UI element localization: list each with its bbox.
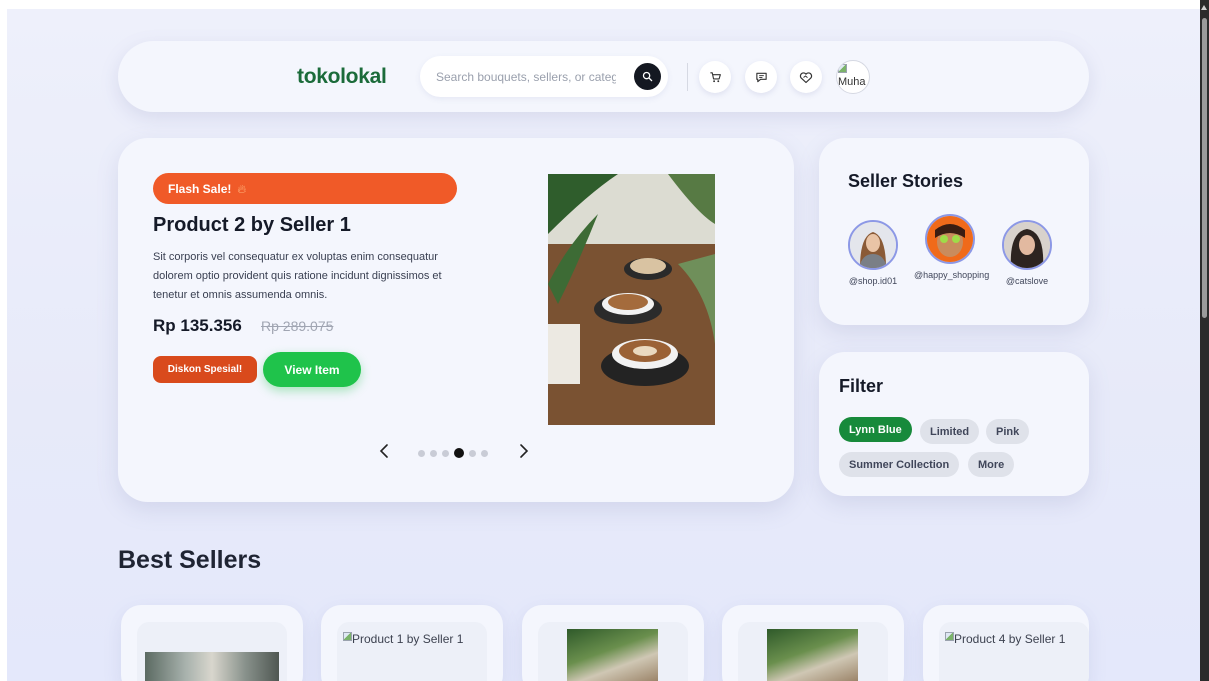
product-photo bbox=[567, 629, 658, 681]
chevron-right-icon bbox=[520, 444, 529, 458]
search-button[interactable] bbox=[634, 63, 661, 90]
chat-icon bbox=[755, 72, 767, 82]
product-title: Product 2 by Seller 1 bbox=[153, 214, 351, 236]
filter-chip-lynn-blue[interactable]: Lynn Blue bbox=[839, 417, 912, 442]
product-image-alt: Product 1 by Seller 1 bbox=[343, 632, 463, 646]
carousel-dot[interactable] bbox=[418, 449, 425, 457]
logo[interactable]: tokolokal bbox=[297, 65, 387, 89]
product-image-alt: Product 4 by Seller 1 bbox=[945, 632, 1065, 646]
view-item-button[interactable]: View Item bbox=[263, 352, 361, 387]
story-avatar bbox=[848, 220, 898, 270]
carousel-dot[interactable] bbox=[442, 449, 449, 457]
product-image bbox=[548, 174, 715, 425]
broken-image-icon bbox=[945, 632, 954, 641]
story-avatar bbox=[1002, 220, 1052, 270]
flash-sale-label: Flash Sale! bbox=[168, 182, 232, 196]
avatar-alt-text: Muha bbox=[838, 76, 866, 88]
broken-image-icon bbox=[838, 64, 847, 73]
product-alt-text: Product 4 by Seller 1 bbox=[954, 632, 1066, 646]
scroll-up-arrow-icon[interactable] bbox=[1201, 5, 1207, 10]
special-discount-button[interactable]: Diskon Spesial! bbox=[153, 356, 257, 383]
filter-chip-summer-collection[interactable]: Summer Collection bbox=[839, 452, 960, 477]
coffee-plants-photo bbox=[548, 174, 715, 425]
filter-title: Filter bbox=[839, 376, 884, 396]
chevron-left-icon bbox=[379, 444, 388, 458]
filter-chip-more[interactable]: More bbox=[968, 452, 1015, 477]
story-item[interactable]: @shop.id01 bbox=[837, 216, 909, 286]
best-sellers-title: Best Sellers bbox=[118, 546, 262, 574]
story-item[interactable]: @happy_shopping bbox=[914, 214, 990, 280]
filter-chip-limited[interactable]: Limited bbox=[920, 419, 980, 444]
product-card[interactable] bbox=[121, 605, 303, 681]
product-alt-text: Product 1 by Seller 1 bbox=[352, 632, 464, 646]
product-card[interactable]: Product 1 by Seller 1 bbox=[321, 605, 503, 681]
fire-icon: 🔥︎ bbox=[237, 182, 247, 196]
product-thumbnail bbox=[738, 622, 888, 681]
product-thumbnail bbox=[137, 622, 287, 681]
product-thumbnail bbox=[337, 622, 487, 681]
header-divider bbox=[687, 63, 688, 91]
product-old-price: Rp 289.075 bbox=[261, 318, 334, 334]
carousel-dot[interactable] bbox=[469, 449, 476, 457]
flash-sale-badge: Flash Sale! 🔥︎ bbox=[153, 173, 457, 204]
carousel-dot-active[interactable] bbox=[454, 448, 464, 458]
scrollbar-thumb[interactable] bbox=[1202, 18, 1207, 318]
carousel-dot[interactable] bbox=[430, 449, 437, 457]
product-photo bbox=[145, 652, 279, 681]
heart-handshake-icon bbox=[799, 71, 813, 83]
carousel-next-button[interactable] bbox=[516, 441, 532, 461]
broken-image-icon bbox=[343, 632, 352, 641]
flash-sale-carousel: Flash Sale! 🔥︎ Product 2 by Seller 1 Sit … bbox=[118, 138, 794, 502]
cart-button[interactable] bbox=[699, 61, 731, 93]
seller-stories-title: Seller Stories bbox=[848, 171, 964, 191]
wishlist-button[interactable] bbox=[790, 61, 822, 93]
filter-chip-pink[interactable]: Pink bbox=[986, 419, 1030, 444]
cart-icon bbox=[709, 71, 721, 82]
page-scrollbar[interactable] bbox=[1200, 0, 1209, 681]
product-description: Sit corporis vel consequatur ex voluptas… bbox=[153, 251, 442, 301]
window-left-edge bbox=[0, 0, 7, 681]
search-input[interactable] bbox=[436, 67, 616, 87]
window-top-edge bbox=[0, 0, 1209, 9]
product-card[interactable]: Product 4 by Seller 1 bbox=[923, 605, 1089, 681]
search-icon bbox=[642, 71, 653, 82]
user-avatar[interactable]: Muha bbox=[836, 60, 870, 94]
product-card[interactable] bbox=[722, 605, 904, 681]
story-handle: @catslove bbox=[1005, 276, 1049, 286]
chat-button[interactable] bbox=[745, 61, 777, 93]
product-photo bbox=[767, 629, 858, 681]
product-card[interactable] bbox=[522, 605, 704, 681]
carousel-indicators bbox=[418, 448, 488, 458]
product-thumbnail bbox=[538, 622, 688, 681]
story-avatar bbox=[925, 214, 975, 264]
story-item[interactable]: @catslove bbox=[991, 216, 1063, 286]
filter-card: Filter Lynn Blue Limited Pink Summer Col… bbox=[819, 352, 1089, 496]
story-handle: @shop.id01 bbox=[848, 276, 898, 286]
search-bar bbox=[420, 56, 668, 97]
top-navbar: tokolokal Muha bbox=[118, 41, 1089, 112]
seller-stories-card: Seller Stories @shop.id01 @happy_shoppin… bbox=[819, 138, 1089, 325]
product-price: Rp 135.356 bbox=[153, 316, 242, 335]
carousel-prev-button[interactable] bbox=[376, 441, 392, 461]
story-handle: @happy_shopping bbox=[914, 270, 990, 280]
carousel-dot[interactable] bbox=[481, 449, 488, 457]
product-thumbnail bbox=[939, 622, 1089, 681]
